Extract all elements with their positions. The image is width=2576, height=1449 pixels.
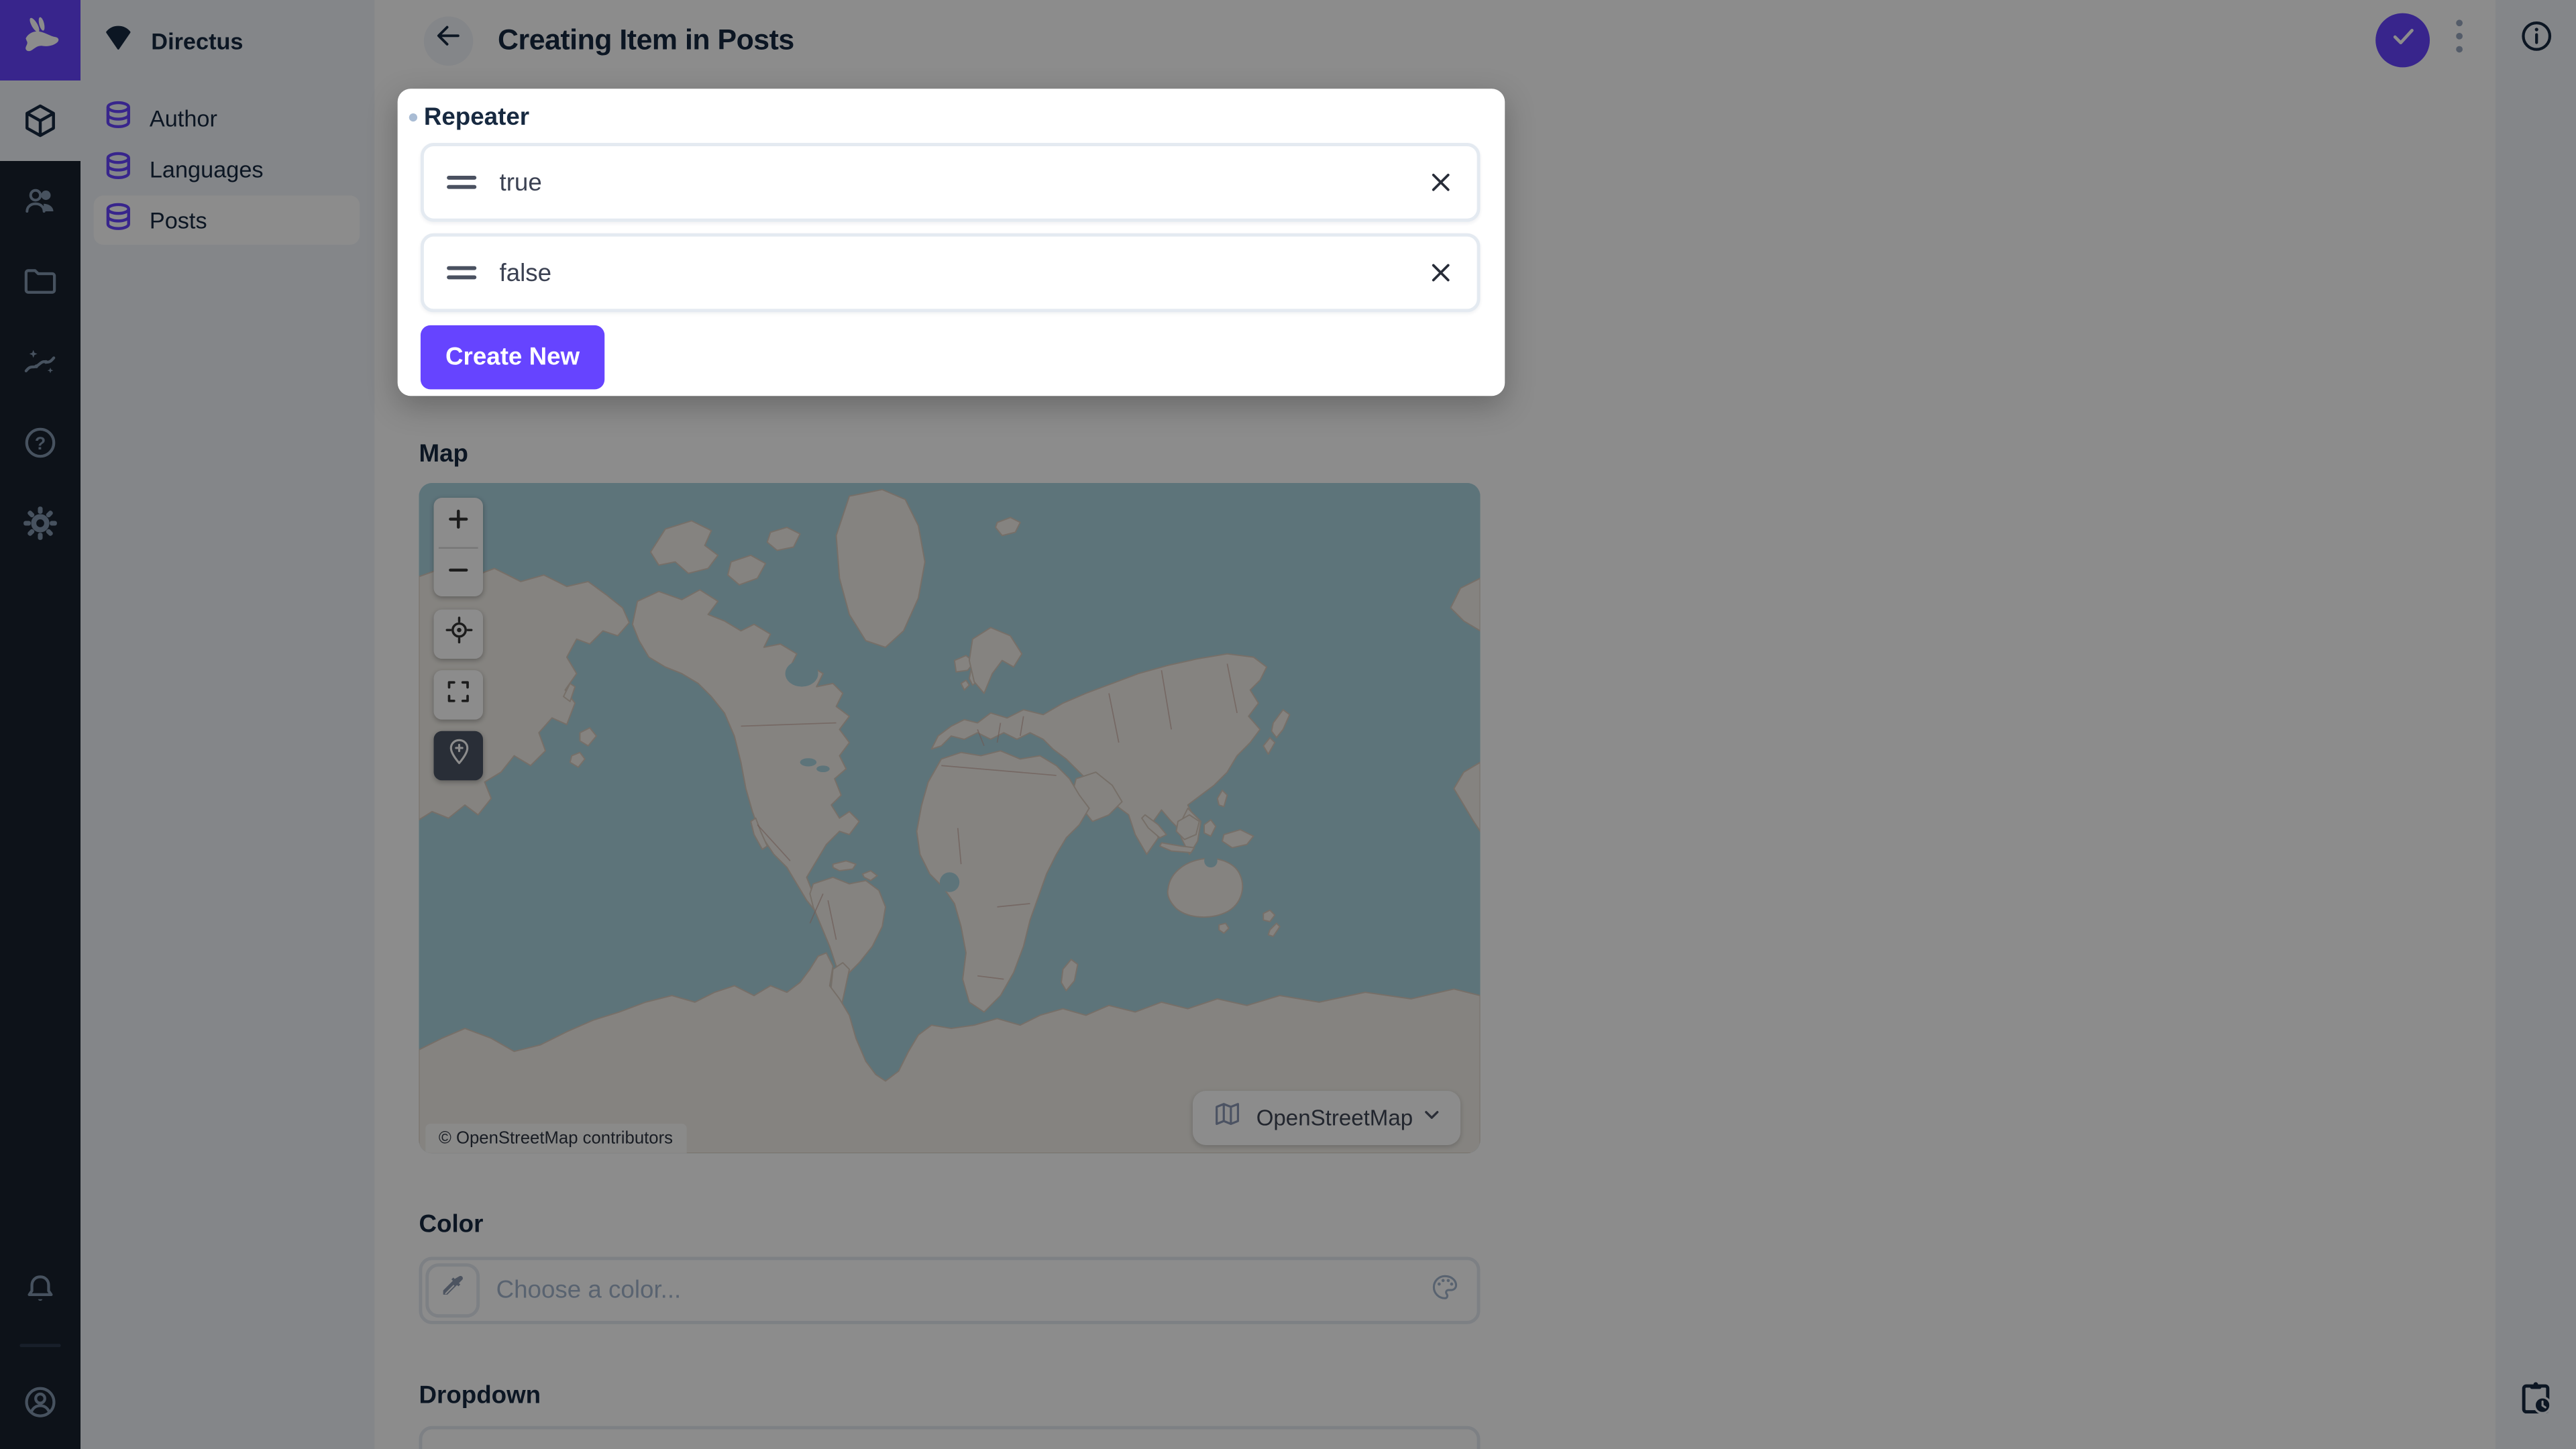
repeater-item-row[interactable]: true (421, 143, 1481, 222)
repeater-item-value: false (499, 259, 1426, 287)
directus-app: ? (0, 0, 2576, 1449)
repeater-popover: Repeater true f (398, 89, 1505, 396)
create-new-button[interactable]: Create New (421, 325, 604, 390)
repeater-label-row: Repeater (409, 103, 529, 131)
repeater-field-label: Repeater (424, 103, 529, 131)
close-icon (1426, 258, 1456, 287)
repeater-item-value: true (499, 168, 1426, 197)
drag-handle-icon[interactable] (445, 263, 478, 282)
drag-handle-icon[interactable] (445, 172, 478, 192)
remove-item-button[interactable] (1426, 258, 1456, 287)
edited-dot-icon (409, 113, 417, 121)
repeater-item-row[interactable]: false (421, 233, 1481, 313)
close-icon (1426, 168, 1456, 197)
remove-item-button[interactable] (1426, 168, 1456, 197)
